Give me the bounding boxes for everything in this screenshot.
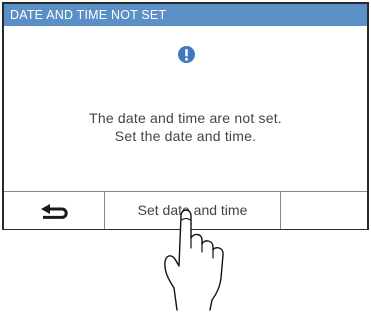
return-arrow-icon [41,204,68,219]
empty-button-slot [281,192,367,229]
message-line-2: Set the date and time. [114,128,257,144]
exclamation-icon [178,46,195,63]
dialog-title: DATE AND TIME NOT SET [4,4,367,26]
message-line-1: The date and time are not set. [89,110,282,126]
dialog-screen: DATE AND TIME NOT SET The date and time … [2,2,369,230]
back-button[interactable] [4,192,105,229]
pointing-hand-icon [164,209,224,311]
